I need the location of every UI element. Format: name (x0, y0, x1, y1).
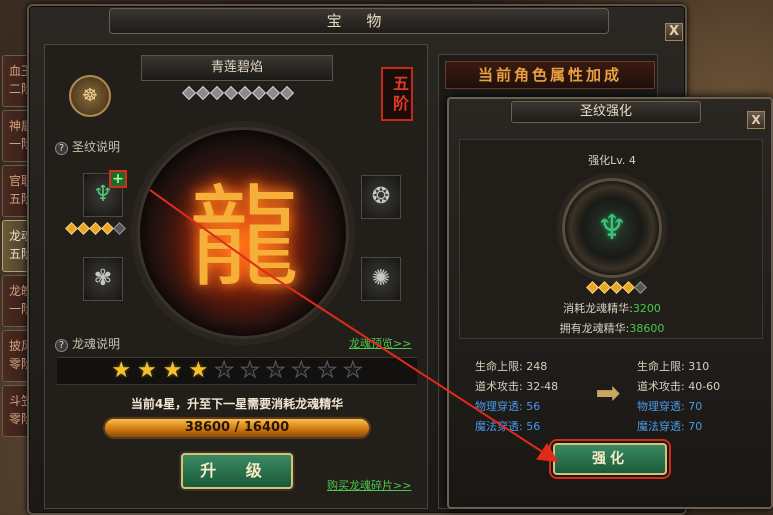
window-title: 宝 物 (109, 8, 609, 34)
star-empty-icon: ★ (265, 358, 286, 383)
silver-rune-icon[interactable]: ✾ (83, 257, 123, 301)
close-icon[interactable]: X (747, 111, 765, 129)
help-icon: ? (55, 142, 68, 155)
star-empty-icon (113, 222, 126, 235)
gem-icon (195, 85, 211, 101)
gem-icon (251, 85, 267, 101)
cost-value: 3200 (632, 302, 661, 315)
close-icon[interactable]: X (665, 23, 683, 41)
green-rune-icon: ♆ (596, 208, 628, 248)
star-empty-icon: ★ (317, 358, 338, 383)
own-label: 拥有龙魂精华: (559, 322, 630, 335)
gem-icon (279, 85, 295, 101)
soul-help-label: 龙魂说明 (72, 337, 121, 351)
right-arrow-icon: ➡ (595, 376, 621, 411)
stat-row: 魔法穿透: 56 (475, 420, 541, 433)
star-icon (77, 222, 90, 235)
rune-preview: 强化Lv. 4 ♆ 消耗龙魂精华:3200 拥有龙魂精华:38600 (459, 139, 763, 339)
stat-row: 道术攻击: 32-48 (475, 380, 559, 393)
current-stats: 生命上限: 248 道术攻击: 32-48 物理穿透: 56 魔法穿透: 56 (475, 357, 585, 437)
stat-row: 生命上限: 248 (475, 360, 548, 373)
stat-row: 物理穿透: 70 (637, 400, 703, 413)
star-icon: ★ (162, 358, 183, 383)
rune-help[interactable]: ? 圣纹说明 (55, 138, 120, 155)
star-icon: ★ (188, 358, 209, 383)
rune-stars (65, 222, 126, 235)
enhance-button[interactable]: 强化 (549, 439, 671, 479)
stat-row: 魔法穿透: 70 (637, 420, 703, 433)
cost-line: 消耗龙魂精华:3200 (460, 300, 764, 316)
star-empty-icon: ★ (240, 358, 261, 383)
own-value: 38600 (629, 322, 665, 335)
cost-label: 消耗龙魂精华: (563, 302, 633, 315)
stat-row: 生命上限: 310 (637, 360, 710, 373)
gem-slot-row (181, 85, 303, 101)
dragon-preview-link[interactable]: 龙魂预览>> (349, 335, 411, 351)
stat-row: 道术攻击: 40-60 (637, 380, 721, 393)
beast-emblem-icon: ☸ (69, 75, 111, 117)
help-icon: ? (55, 339, 68, 352)
gem-icon (237, 85, 253, 101)
dragon-soul-panel: ☸ 青莲碧焰 五阶 ? 圣纹说明 ♆ + ✾ ❂ ✺ 龍 ? 龙魂说明 龙魂预览>>… (44, 44, 428, 509)
own-line: 拥有龙魂精华:38600 (460, 320, 764, 336)
star-icon (586, 281, 599, 294)
rune-help-label: 圣纹说明 (72, 140, 121, 154)
star-icon: ★ (137, 358, 157, 383)
star-icon (89, 222, 102, 235)
essence-progress-bar: 38600 / 16400 (103, 417, 371, 439)
star-icon (610, 281, 623, 294)
upgrade-requirement: 当前4星，升至下一星需要消耗龙魂精华 (130, 397, 344, 411)
star-icon (101, 222, 114, 235)
star-empty-icon: ★ (291, 358, 312, 383)
stat-row: 物理穿透: 56 (475, 400, 541, 413)
star-icon (65, 222, 78, 235)
star-empty-icon: ★ (214, 358, 235, 383)
silver-rune-icon[interactable]: ❂ (361, 175, 401, 219)
dragon-soul-icon: 龍 (189, 174, 299, 302)
gem-icon (223, 85, 239, 101)
rune-enhance-popup: 圣纹强化 X 强化Lv. 4 ♆ 消耗龙魂精华:3200 拥有龙魂精华:3860… (447, 97, 773, 509)
attribute-panel-title: 当前角色属性加成 (445, 61, 655, 89)
gem-icon (265, 85, 281, 101)
enhance-level: 强化Lv. 4 (588, 154, 636, 167)
star-icon (598, 281, 611, 294)
next-stats: 生命上限: 310 道术攻击: 40-60 物理穿透: 70 魔法穿透: 70 (637, 357, 747, 437)
star-empty-icon (634, 281, 647, 294)
star-icon (622, 281, 635, 294)
star-icon: ★ (111, 358, 132, 383)
soul-help[interactable]: ? 龙魂说明 (55, 335, 120, 352)
gem-icon (181, 85, 197, 101)
gem-icon (209, 85, 225, 101)
upgrade-button[interactable]: 升 级 (181, 453, 293, 489)
star-empty-icon: ★ (342, 358, 363, 383)
rank-badge: 五阶 (381, 67, 413, 121)
treasure-name: 青莲碧焰 (141, 55, 333, 81)
rune-stars (586, 281, 647, 294)
silver-rune-icon[interactable]: ✺ (361, 257, 401, 301)
buy-fragments-link[interactable]: 购买龙魂碎片>> (327, 477, 411, 493)
popup-title: 圣纹强化 (511, 101, 701, 123)
star-rating: ★ ★ ★ ★ ★ ★ ★ ★ ★ ★ (57, 357, 417, 385)
add-rune-plus-icon[interactable]: + (109, 170, 127, 188)
